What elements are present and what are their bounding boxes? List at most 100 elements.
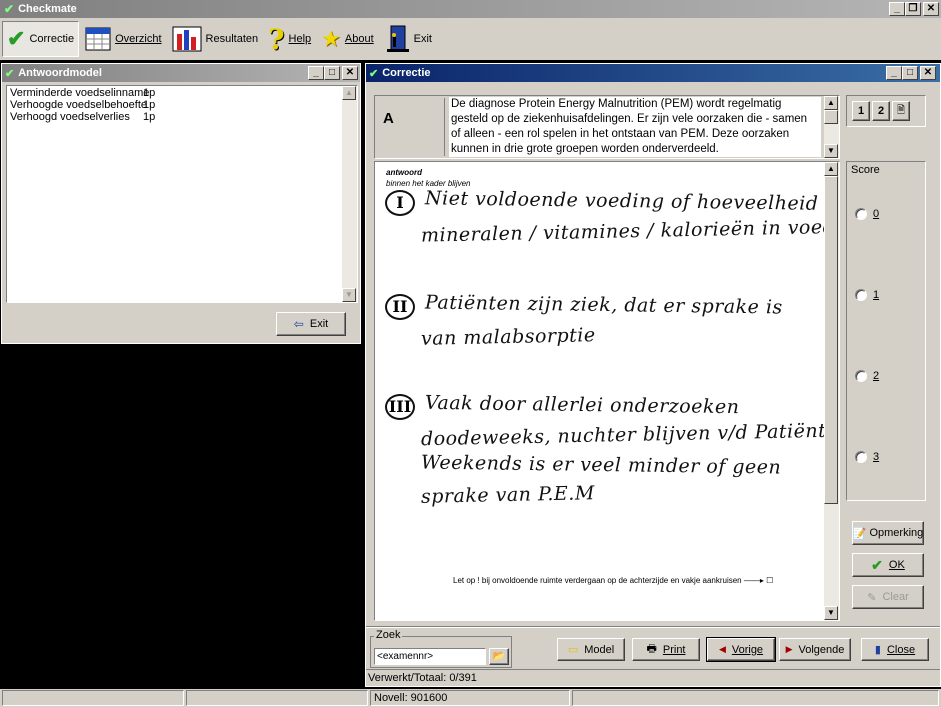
ok-button[interactable]: ✔ OK — [852, 553, 924, 577]
novell-label: Novell: 901600 — [374, 692, 448, 704]
toolbar-overzicht-button[interactable]: Overzicht — [81, 21, 165, 57]
scroll-thumb[interactable] — [824, 110, 838, 124]
roman-numeral: III — [385, 394, 415, 420]
handwritten-line: sprake van P.E.M — [420, 482, 596, 508]
handwritten-line: mineralen / vitamines / kalorieën in voe… — [420, 215, 840, 247]
score-label: Score — [851, 164, 880, 176]
handwritten-line: Weekends is er veel minder of geen — [420, 451, 782, 479]
app-title: Checkmate — [18, 3, 77, 15]
toolbar-resultaten-label: Resultaten — [205, 33, 259, 45]
close-window-button[interactable]: ▮ Close — [861, 638, 929, 661]
scroll-down-button[interactable]: ▼ — [342, 288, 356, 302]
score-panel: Score 0 1 2 3 — [846, 161, 926, 501]
toolbar-correctie-label: Correctie — [29, 33, 75, 45]
volgende-button[interactable]: ▶ Volgende — [779, 638, 851, 661]
close-button[interactable]: ✕ — [920, 66, 936, 80]
toolbar-about-button[interactable]: ★ About — [317, 21, 377, 57]
zoek-search-button[interactable]: 📂 — [489, 648, 509, 665]
opmerking-label: Opmerking — [869, 527, 924, 539]
question-letter: A — [377, 98, 445, 156]
list-item-label: Verhoogde voedselbehoefte — [10, 99, 148, 111]
antwoordmodel-window: ✔ Antwoordmodel _ □ ✕ Verminderde voedse… — [1, 63, 361, 344]
page-tab-2[interactable]: 2 — [872, 101, 890, 121]
status-panel-4 — [572, 690, 939, 706]
radio-circle — [855, 370, 867, 382]
scroll-down-button[interactable]: ▼ — [824, 144, 838, 158]
verwerkt-totaal: Verwerkt/Totaal: 0/391 — [368, 672, 477, 684]
ok-label: OK — [888, 559, 905, 571]
model-button[interactable]: ▭ Model — [557, 638, 625, 661]
zoek-input[interactable] — [374, 648, 486, 665]
status-novell: Novell: 901600 — [370, 690, 570, 706]
close-label: Close — [886, 643, 916, 656]
scroll-thumb[interactable] — [824, 176, 838, 504]
antwoordmodel-exit-button[interactable]: ⇦ Exit — [276, 312, 346, 336]
volgende-label: Volgende — [798, 643, 845, 656]
roman-numeral: II — [385, 294, 415, 320]
scan-footer: Let op ! bij onvoldoende ruimte verderga… — [453, 576, 773, 585]
score-radio-1[interactable]: 1 — [855, 289, 879, 301]
scroll-up-button[interactable]: ▲ — [342, 86, 356, 100]
checkmark-icon: ✔ — [369, 67, 379, 80]
minimize-button[interactable]: _ — [889, 2, 905, 16]
maximize-button[interactable]: □ — [902, 66, 918, 80]
scan-footer-text: Let op ! bij onvoldoende ruimte verderga… — [453, 576, 742, 585]
clear-button[interactable]: ✎ Clear — [852, 585, 924, 609]
score-radio-0[interactable]: 0 — [855, 208, 879, 220]
minimize-button[interactable]: _ — [308, 66, 324, 80]
vorige-button[interactable]: ◀ Vorige — [706, 637, 776, 662]
bar-chart-icon — [172, 26, 202, 52]
maximize-button[interactable]: □ — [324, 66, 340, 80]
zoek-label: Zoek — [374, 629, 403, 641]
correctie-title-bar: ✔ Correctie _ □ ✕ — [366, 64, 940, 82]
scroll-up-button[interactable]: ▲ — [824, 162, 838, 176]
list-item[interactable]: Verhoogd voedselverlies 1p — [10, 111, 354, 123]
document-icon: 🗎 — [896, 104, 906, 116]
antwoordmodel-title-bar: ✔ Antwoordmodel _ □ ✕ — [2, 64, 360, 82]
zoek-group: Zoek 📂 — [370, 629, 512, 668]
list-item-label: Verhoogd voedselverlies — [10, 111, 130, 123]
list-item[interactable]: Verhoogde voedselbehoefte 1p — [10, 99, 354, 111]
list-item-points: 1p — [143, 87, 156, 99]
list-item-points: 1p — [143, 111, 156, 123]
page-tabs: 1 2 🗎 — [846, 95, 926, 127]
score-option-label: 0 — [873, 208, 880, 220]
print-button[interactable]: 🖶 Print — [632, 638, 700, 661]
antwoordmodel-list[interactable]: Verminderde voedselinname 1p Verhoogde voe… — [6, 85, 358, 303]
page-document-button[interactable]: 🗎 — [892, 101, 910, 121]
list-item-points: 1p — [143, 99, 156, 111]
toolbar-help-button[interactable]: ? Help — [264, 21, 315, 57]
score-option-label: 2 — [873, 370, 880, 382]
close-button[interactable]: ✕ — [923, 2, 939, 16]
score-radio-3[interactable]: 3 — [855, 451, 879, 463]
correctie-title: Correctie — [382, 67, 431, 79]
radio-circle — [855, 289, 867, 301]
scroll-down-button[interactable]: ▼ — [824, 606, 838, 620]
folder-icon: ▭ — [567, 644, 579, 656]
question-panel: A De diagnose Protein Energy Malnutritio… — [374, 95, 840, 159]
correctie-window: ✔ Correctie _ □ ✕ A De diagnose Protein … — [365, 63, 941, 687]
minimize-button[interactable]: _ — [886, 66, 902, 80]
restore-button[interactable]: ❐ — [905, 2, 921, 16]
handwritten-line: Niet voldoende voeding of hoeveelheid — [424, 187, 819, 215]
opmerking-button[interactable]: 📝 Opmerking — [852, 521, 924, 545]
handwritten-line: Patiënten zijn ziek, dat er sprake is — [424, 291, 783, 319]
roman-numeral: I — [385, 190, 415, 216]
toolbar-correctie-button[interactable]: ✔ Correctie — [2, 21, 80, 57]
print-label: Print — [662, 643, 686, 656]
close-button[interactable]: ✕ — [342, 66, 358, 80]
toolbar: ✔ Correctie Overzicht Resultaten ? Help … — [0, 18, 941, 60]
scroll-up-button[interactable]: ▲ — [824, 96, 838, 110]
note-icon: 📝 — [852, 527, 867, 540]
handwritten-line: doodeweeks, nuchter blijven v/d Patiënt. — [420, 419, 834, 451]
arrow-box-icon: ——▸ ☐ — [743, 576, 774, 585]
score-radio-2[interactable]: 2 — [855, 370, 879, 382]
checkmark-icon: ✔ — [871, 556, 883, 573]
list-item[interactable]: Verminderde voedselinname 1p — [10, 87, 354, 99]
toolbar-resultaten-button[interactable]: Resultaten — [168, 21, 263, 57]
toolbar-exit-button[interactable]: Exit — [380, 21, 436, 57]
door-exit-icon: ▮ — [874, 644, 881, 656]
model-label: Model — [584, 643, 615, 656]
page-tab-1[interactable]: 1 — [852, 101, 870, 121]
correctie-status: Verwerkt/Totaal: 0/391 — [366, 669, 940, 685]
